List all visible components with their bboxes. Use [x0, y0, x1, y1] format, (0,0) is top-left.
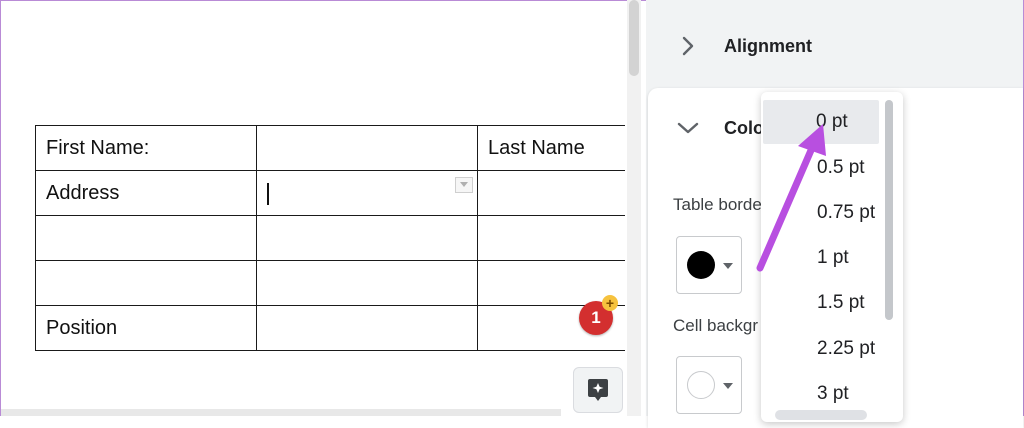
alignment-section-header[interactable]: Alignment — [646, 0, 1023, 86]
explore-icon — [588, 379, 608, 401]
dropdown-option[interactable]: 2.25 pt — [761, 327, 885, 371]
table-row — [35, 215, 625, 261]
table-cell[interactable]: Position — [35, 305, 257, 351]
form-table[interactable]: First Name: Last Name Address Position — [35, 125, 625, 351]
dropdown-scrollbar[interactable] — [882, 98, 896, 418]
text-cursor — [267, 183, 269, 205]
dropdown-bottom-scroll-indicator — [775, 410, 867, 420]
table-cell[interactable] — [256, 260, 478, 306]
explore-button[interactable] — [573, 367, 623, 413]
table-cell[interactable] — [256, 305, 478, 351]
table-cell[interactable]: Last Name — [477, 125, 625, 171]
table-cell[interactable]: First Name: — [35, 125, 257, 171]
dropdown-option[interactable]: 1.5 pt — [761, 281, 885, 325]
color-title: Colo — [724, 118, 764, 138]
border-width-dropdown[interactable]: 0 pt 0.5 pt 0.75 pt 1 pt 1.5 pt 2.25 pt … — [761, 92, 903, 422]
table-cell[interactable]: Address — [35, 170, 257, 216]
table-border-label: Table borde — [673, 195, 762, 214]
scrollbar-thumb[interactable] — [629, 0, 639, 76]
table-cell[interactable] — [477, 215, 625, 261]
document-vertical-scrollbar[interactable] — [627, 0, 641, 416]
table-row: Address — [35, 170, 625, 216]
dropdown-option[interactable]: 0.5 pt — [761, 146, 885, 190]
dropdown-scrollbar-thumb[interactable] — [885, 100, 893, 320]
chevron-right-icon — [682, 36, 694, 56]
dropdown-option[interactable]: 0.75 pt — [761, 191, 885, 235]
cell-background-color-picker[interactable] — [676, 356, 742, 414]
table-cell[interactable] — [256, 215, 478, 261]
border-color-picker[interactable] — [676, 236, 742, 294]
background-color-swatch — [687, 371, 715, 399]
table-row — [35, 260, 625, 306]
add-comment-plus-icon[interactable]: + — [602, 295, 618, 311]
chevron-down-icon — [677, 122, 699, 134]
table-cell[interactable] — [477, 170, 625, 216]
document-canvas[interactable]: First Name: Last Name Address Position 1… — [1, 1, 625, 416]
cell-background-label: Cell backgr — [673, 316, 759, 335]
dropdown-option[interactable]: 1 pt — [761, 236, 885, 280]
dropdown-caret-icon — [723, 383, 733, 389]
horizontal-scrollbar[interactable] — [1, 409, 561, 416]
alignment-title: Alignment — [724, 36, 812, 56]
border-color-swatch — [687, 251, 715, 279]
table-row: First Name: Last Name — [35, 125, 625, 171]
table-cell[interactable] — [256, 125, 478, 171]
dropdown-caret-icon — [723, 263, 733, 269]
table-row: Position — [35, 305, 625, 351]
cell-dropdown-icon[interactable] — [455, 177, 473, 193]
table-cell[interactable] — [35, 260, 257, 306]
dropdown-option-selected[interactable]: 0 pt — [763, 100, 879, 144]
table-cell[interactable] — [35, 215, 257, 261]
table-cell-active[interactable] — [256, 170, 478, 216]
